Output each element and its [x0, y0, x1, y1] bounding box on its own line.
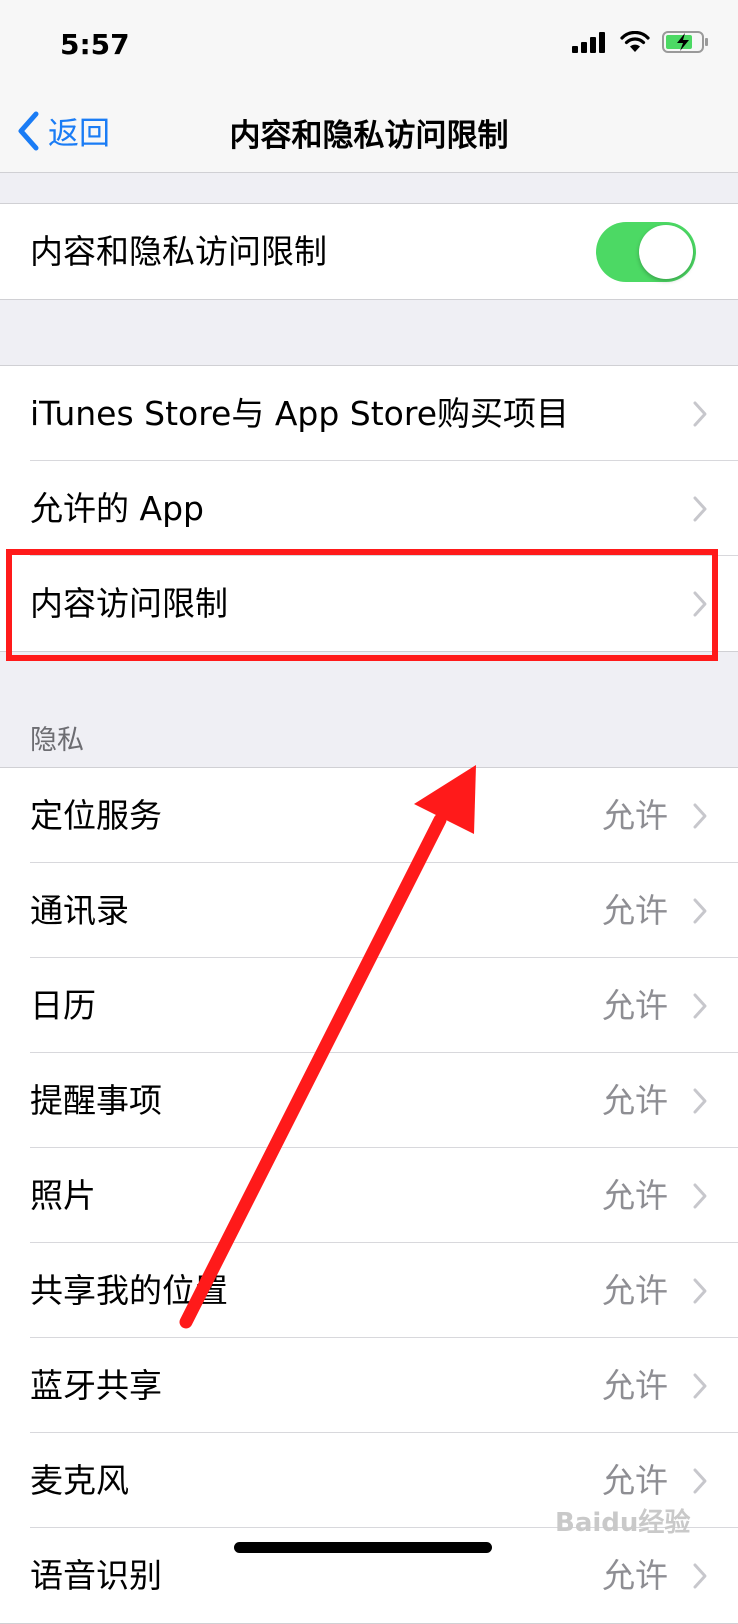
baidu-watermark: Baidu经验 — [555, 1508, 691, 1538]
annotation-arrow — [179, 765, 476, 1329]
home-indicator[interactable] — [234, 1542, 492, 1553]
